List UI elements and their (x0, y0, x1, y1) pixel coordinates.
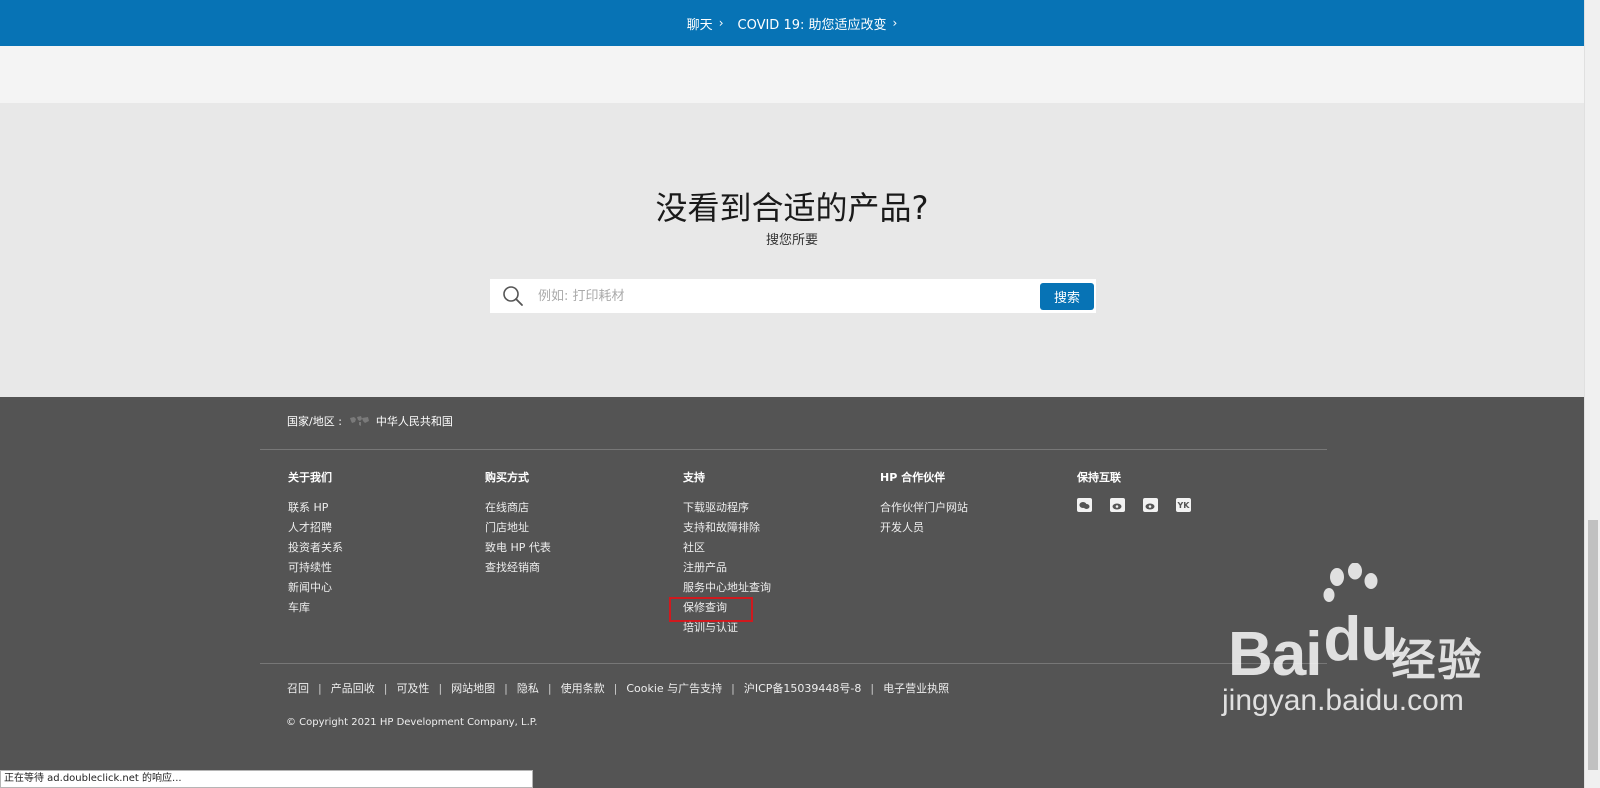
footer-link[interactable]: 支持和故障排除 (683, 518, 771, 538)
footer-link[interactable]: 注册产品 (683, 558, 771, 578)
separator: | (547, 681, 552, 695)
footer-link[interactable]: 致电 HP 代表 (485, 538, 551, 558)
chevron-right-icon: › (718, 16, 724, 30)
warranty-check-link[interactable]: 保修查询 (669, 597, 771, 622)
watermark-logo-cn: 经验 (1391, 636, 1484, 685)
column-title: 购买方式 (485, 471, 529, 484)
covid-link[interactable]: COVID 19: 助您适应改变 › (738, 14, 898, 33)
footer-link[interactable]: 投资者关系 (288, 538, 343, 558)
separator: | (504, 681, 508, 695)
baidu-jingyan-watermark: Bai du 经验 jingyan.baidu.com (1222, 563, 1484, 718)
column-title: 支持 (683, 471, 705, 484)
footer-link[interactable]: 查找经销商 (485, 558, 551, 578)
legal-link[interactable]: Cookie 与广告支持 (626, 680, 722, 696)
legal-link[interactable]: 召回 (287, 680, 309, 696)
search-icon (490, 279, 536, 313)
search-input[interactable] (536, 280, 1040, 312)
footer-link[interactable]: 开发人员 (880, 518, 968, 538)
separator: | (318, 681, 322, 695)
footer-link[interactable]: 可持续性 (288, 558, 343, 578)
chat-label: 聊天 (686, 17, 713, 33)
footer-link[interactable]: 培训与认证 (683, 618, 771, 638)
search-box: 搜索 (490, 279, 1096, 313)
top-banner: 聊天 › COVID 19: 助您适应改变 › (0, 0, 1584, 46)
column-title: HP 合作伙伴 (880, 471, 946, 484)
separator: | (870, 681, 875, 695)
footer-column-buy: 购买方式 在线商店 门店地址 致电 HP 代表 查找经销商 (485, 469, 551, 578)
footer-link[interactable]: 下载驱动程序 (683, 498, 771, 518)
social-icons: YK (1077, 498, 1191, 512)
copyright: © Copyright 2021 HP Development Company,… (286, 717, 538, 728)
country-value: 中华人民共和国 (375, 415, 453, 428)
footer-link[interactable]: 车库 (288, 598, 343, 618)
legal-link[interactable]: 电子营业执照 (883, 680, 949, 696)
footer-link[interactable]: 合作伙伴门户网站 (880, 498, 968, 518)
footer-link[interactable]: 社区 (683, 538, 771, 558)
footer-column-support: 支持 下载驱动程序 支持和故障排除 社区 注册产品 服务中心地址查询 保修查询 … (669, 469, 771, 638)
divider (260, 449, 1327, 450)
search-button[interactable]: 搜索 (1040, 282, 1094, 310)
footer-column-social: 保持互联 YK (1077, 469, 1191, 512)
wechat-icon[interactable] (1077, 498, 1092, 512)
legal-link[interactable]: 产品回收 (331, 680, 375, 696)
separator: | (731, 681, 735, 695)
footer-link[interactable]: 新闻中心 (288, 578, 343, 598)
column-title: 关于我们 (288, 471, 332, 484)
chat-link[interactable]: 聊天 › (687, 14, 724, 33)
footer-column-about: 关于我们 联系 HP 人才招聘 投资者关系 可持续性 新闻中心 车库 (288, 469, 343, 618)
footer-link[interactable]: 联系 HP (288, 498, 343, 518)
legal-link[interactable]: 隐私 (517, 680, 539, 696)
watermark-logo: Bai du 经验 (1228, 563, 1484, 690)
page-scrollbar[interactable] (1584, 0, 1600, 788)
weibo-icon[interactable] (1110, 498, 1125, 512)
covid-label: COVID 19: 助您适应改变 (737, 17, 887, 33)
browser-status-bar: 正在等待 ad.doubleclick.net 的响应... (0, 770, 533, 788)
chevron-right-icon: › (892, 16, 898, 30)
footer-column-partners: HP 合作伙伴 合作伙伴门户网站 开发人员 (880, 469, 968, 538)
legal-link[interactable]: 使用条款 (561, 680, 605, 696)
paw-icon: du (1323, 563, 1398, 675)
legal-links: 召回 | 产品回收 | 可及性 | 网站地图 | 隐私 | 使用条款 | Cookie 与广… (287, 680, 949, 696)
watermark-logo-main: Bai (1228, 620, 1322, 689)
separator: | (383, 681, 388, 695)
search-section: 没看到合适的产品? 搜您所要 搜索 (0, 103, 1584, 397)
legal-link[interactable]: 可及性 (396, 680, 429, 696)
legal-link[interactable]: 沪ICP备15039448号-8 (744, 680, 862, 696)
country-label: 国家/地区 : (287, 415, 342, 428)
watermark-url: jingyan.baidu.com (1222, 684, 1464, 717)
divider (260, 663, 1327, 664)
content-band (0, 46, 1584, 103)
column-title: 保持互联 (1077, 471, 1121, 484)
separator: | (613, 681, 618, 695)
separator: | (438, 681, 443, 695)
search-subtitle: 搜您所要 (765, 233, 818, 248)
footer-link[interactable]: 服务中心地址查询 (683, 578, 771, 598)
country-selector[interactable]: 国家/地区 : 中华人民共和国 (287, 413, 453, 429)
weibo-icon[interactable] (1143, 498, 1158, 512)
legal-link[interactable]: 网站地图 (451, 680, 495, 696)
footer-link[interactable]: 在线商店 (485, 498, 551, 518)
footer-link[interactable]: 人才招聘 (288, 518, 343, 538)
scrollbar-thumb[interactable] (1588, 520, 1598, 770)
watermark-logo-du: du (1323, 605, 1398, 674)
search-title: 没看到合适的产品? (655, 189, 929, 227)
youku-icon[interactable]: YK (1176, 498, 1191, 512)
footer-link[interactable]: 门店地址 (485, 518, 551, 538)
world-map-icon (348, 415, 370, 427)
